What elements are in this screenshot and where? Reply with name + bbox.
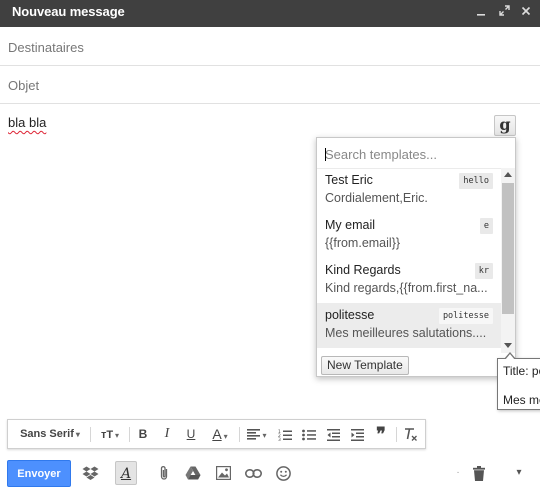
formatting-options-button[interactable]: A [115,461,137,485]
compose-title-bar[interactable]: Nouveau message [0,0,540,27]
template-name: My email [325,218,376,232]
scroll-down-icon[interactable] [504,343,512,348]
divider [129,427,130,442]
template-item[interactable]: My email e {{from.email}} [317,213,501,258]
template-shortcut-badge: e [479,218,493,234]
text-size-icon: ᴛT [100,429,114,441]
template-list-scrollbar[interactable] [501,168,515,353]
indent-less-icon [326,428,340,441]
template-tooltip: Title: po Mes me [497,352,540,410]
bold-button[interactable]: B [132,420,154,448]
remove-formatting-icon [405,428,417,442]
minimize-icon[interactable] [474,4,488,20]
more-options-button[interactable]: ▾ [508,461,530,485]
template-shortcut-badge: politesse [438,308,493,324]
numbered-list-button[interactable]: 123 [274,420,296,448]
recipients-field [0,28,540,66]
message-body-text[interactable]: bla bla [8,115,46,130]
insert-photo-button[interactable] [212,461,234,485]
scroll-up-icon[interactable] [504,172,512,177]
template-list: Test Eric hello Cordialement,Eric. My em… [317,168,501,360]
photo-icon [215,465,231,481]
font-family-label: Sans Serif [20,428,74,440]
indent-more-button[interactable] [346,420,368,448]
window-title: Nouveau message [12,4,125,19]
align-select[interactable]: ▾ [242,420,272,448]
template-preview: Cordialement,Eric. [325,191,428,205]
quote-button[interactable]: ❞ [370,420,392,448]
divider [239,427,240,442]
more-options-icon: ▾ [516,467,522,478]
text-color-button[interactable]: A ▾ [204,420,236,448]
text-color-label: A [212,426,222,442]
bulleted-list-button[interactable] [298,420,320,448]
template-preview: {{from.email}} [325,236,401,250]
font-size-select[interactable]: ᴛT ▾ [94,420,126,448]
drive-icon [185,466,201,480]
tooltip-arrow-fill [505,354,515,360]
numbered-list-icon: 123 [278,429,292,443]
templates-popup: Test Eric hello Cordialement,Eric. My em… [316,137,516,377]
recipients-input[interactable] [8,37,528,57]
svg-text:3: 3 [278,437,281,441]
tooltip-body: Mes me [503,393,540,407]
attach-button[interactable] [153,461,175,485]
formatting-toolbar: Sans Serif ▾ ᴛT ▾ B I U A ▾ ▾ 123 ❞ [7,419,426,449]
remove-formatting-button[interactable] [400,420,422,448]
template-preview: Kind regards,{{from.first_na... [325,281,488,295]
indent-less-button[interactable] [322,420,344,448]
attach-icon [160,466,168,480]
emoji-icon [275,465,291,481]
trash-icon [473,465,485,481]
close-icon[interactable] [519,4,533,20]
template-search-input[interactable] [325,144,505,164]
send-button[interactable]: Envoyer [7,460,71,487]
template-item[interactable]: Kind Regards kr Kind regards,{{from.firs… [317,258,501,303]
send-toolbar: Envoyer A · ▾ [0,457,540,493]
template-shortcut-badge: kr [474,263,493,279]
link-icon [244,468,262,478]
divider [396,427,397,442]
align-icon [247,429,261,440]
template-item-selected[interactable]: politesse politesse Mes meilleures salut… [317,303,501,348]
expand-icon[interactable] [497,4,511,20]
new-template-button[interactable]: New Template [321,356,409,375]
dropbox-icon [82,466,98,480]
dot-separator-icon: · [456,467,460,478]
insert-emoji-button[interactable] [272,461,294,485]
italic-button[interactable]: I [156,420,178,448]
indent-more-icon [350,428,364,441]
font-family-select[interactable]: Sans Serif ▾ [14,420,86,448]
text-cursor [325,148,326,161]
template-preview: Mes meilleures salutations.... [325,326,487,340]
subject-input[interactable] [8,75,528,95]
dropbox-button[interactable] [79,461,101,485]
divider [90,427,91,442]
bulleted-list-icon [302,429,316,441]
template-name: Kind Regards [325,263,401,277]
insert-link-button[interactable] [242,461,264,485]
formatting-icon: A [120,466,132,482]
scrollbar-thumb[interactable] [502,183,514,314]
template-item[interactable]: Test Eric hello Cordialement,Eric. [317,168,501,213]
tooltip-title: Title: po [503,364,540,378]
discard-draft-button[interactable] [468,461,490,485]
templates-extension-button[interactable]: g [494,115,516,136]
template-name: politesse [325,308,375,322]
drive-button[interactable] [182,461,204,485]
underline-button[interactable]: U [180,420,202,448]
template-name: Test Eric [325,173,373,187]
subject-field [0,66,540,104]
template-shortcut-badge: hello [459,173,493,189]
